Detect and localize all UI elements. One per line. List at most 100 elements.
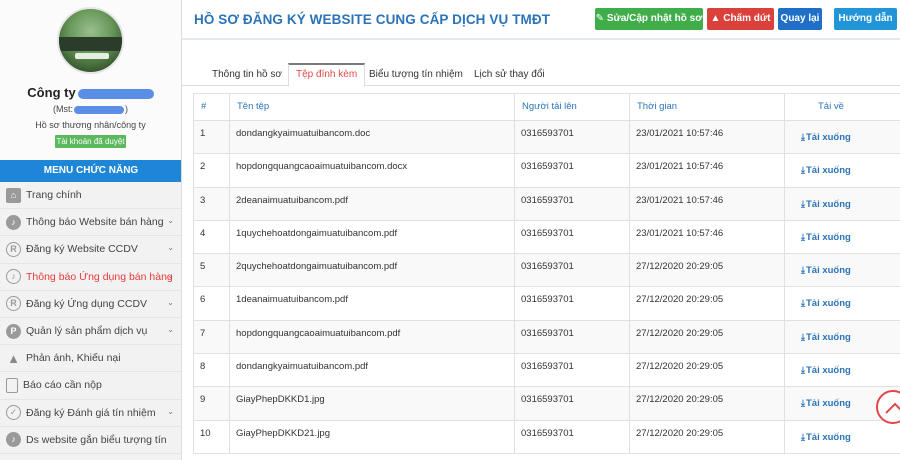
download-icon: ⤓ (801, 198, 805, 209)
upload-time: 23/01/2021 10:57:46 (629, 119, 785, 155)
sidebar-item-label: Đăng ký Website CCDV (26, 243, 138, 256)
uploader: 0316593701 (514, 386, 630, 421)
download-label: Tải xuống (805, 331, 851, 343)
download-icon: ⤓ (801, 365, 805, 376)
download-label: Tải xuống (805, 231, 851, 243)
upload-time: 23/01/2021 10:57:46 (629, 219, 785, 255)
uploader: 0316593701 (514, 253, 630, 288)
download-cell: ⤓Tải xuống (784, 353, 900, 388)
sidebar-item-label: Trang chính (26, 189, 82, 202)
warning-icon: ▲ (710, 13, 724, 24)
file-name: dondangkyaimuatuibancom.pdf (229, 353, 515, 388)
company-name: Công ty (0, 85, 181, 100)
download-link[interactable]: ⤓Tải xuống (801, 165, 851, 176)
download-link[interactable]: ⤓Tải xuống (801, 365, 851, 376)
parking-icon: P (6, 323, 21, 339)
download-label: Tải xuống (805, 365, 851, 377)
attachments-table-wrap: # Tên tệp Người tải lên Thời gian Tải về… (193, 93, 900, 454)
download-link[interactable]: ⤓Tải xuống (801, 199, 851, 210)
sidebar-item-label: Đăng ký Ứng dụng CCDV (26, 297, 148, 310)
table-row: 2 hopdongquangcaoaimuatuibancom.docx 03165… (193, 153, 900, 188)
row-index: 5 (193, 253, 230, 288)
redacted-tax-code (74, 105, 124, 114)
uploader: 0316593701 (514, 286, 630, 321)
sidebar-item-app-register[interactable]: R Đăng ký Ứng dụng CCDV ⌄ (0, 291, 181, 318)
table-row: 4 1quychehoatdongaimuatuibancom.pdf 031659… (193, 219, 900, 255)
download-cell: ⤓Tải xuống (784, 286, 900, 321)
sidebar-item-website-register[interactable]: R Đăng ký Website CCDV ⌄ (0, 236, 181, 264)
sidebar-item-app-notice[interactable]: ♪ Thông báo Ứng dụng bán hàng ⌄ (0, 264, 181, 291)
row-index: 3 (193, 186, 230, 221)
download-label: Tải xuống (805, 431, 851, 443)
table-row: 7 hopdongquangcaoaimuatuibancom.pdf 031659… (193, 319, 900, 355)
download-icon: ⤓ (801, 398, 805, 409)
download-icon: ⤓ (801, 265, 805, 276)
avatar[interactable] (57, 7, 124, 74)
download-icon: ⤓ (801, 331, 805, 342)
table-row: 6 1deanaimuatuibancom.pdf 0316593701 27/12/… (193, 286, 900, 321)
row-index: 2 (193, 153, 230, 188)
sidebar-item-website-notice[interactable]: ♪ Thông báo Website bán hàng ⌄ (0, 209, 181, 237)
tab-profile-info[interactable]: Thông tin hồ sơ (212, 64, 282, 86)
file-name: 2quychehoatdongaimuatuibancom.pdf (229, 253, 515, 288)
download-icon: ⤓ (801, 431, 805, 442)
file-name: 2deanaimuatuibancom.pdf (229, 186, 515, 221)
upload-time: 27/12/2020 20:29:05 (629, 253, 785, 288)
back-button[interactable]: Quay lại (778, 8, 822, 30)
sidebar-item-label: Thông báo Ứng dụng bán hàng (26, 270, 173, 283)
download-icon: ⤓ (801, 298, 805, 309)
row-index: 10 (193, 419, 230, 454)
download-cell: ⤓Tải xuống (784, 153, 900, 188)
table-header-row: # Tên tệp Người tải lên Thời gian Tải về (193, 93, 900, 121)
download-link[interactable]: ⤓Tải xuống (801, 132, 851, 143)
download-label: Tải xuống (805, 298, 851, 310)
uploader: 0316593701 (514, 219, 630, 255)
bell-icon: ♪ (6, 432, 21, 448)
download-link[interactable]: ⤓Tải xuống (801, 398, 851, 409)
chevron-down-icon: ⌄ (167, 216, 174, 226)
sidebar: Công ty (Mst:) Hồ sơ thương nhân/công ty… (0, 0, 182, 460)
tab-bar: Thông tin hồ sơ Tệp đính kèm Biểu tượng … (182, 60, 900, 87)
terminate-button[interactable]: ▲ Chấm dứt (707, 8, 774, 30)
edit-profile-label: Sửa/Cập nhật hồ sơ (606, 13, 703, 24)
file-name: GiayPhepDKKD21.jpg (229, 419, 515, 454)
page-title: HỒ SƠ ĐĂNG KÝ WEBSITE CUNG CẤP DỊCH VỤ T… (194, 12, 551, 27)
sidebar-menu: ⌂ Trang chính ♪ Thông báo Website bán hà… (0, 182, 181, 454)
sidebar-item-home[interactable]: ⌂ Trang chính (0, 182, 181, 210)
sidebar-item-label: Đăng ký Đánh giá tín nhiệm (26, 406, 156, 419)
bell-icon: ♪ (6, 269, 21, 285)
sidebar-item-complaints[interactable]: ▲ Phản ánh, Khiếu nại (0, 345, 181, 373)
sidebar-item-reports[interactable]: Báo cáo cần nộp (0, 372, 181, 400)
download-icon: ⤓ (801, 132, 805, 142)
table-row: 5 2quychehoatdongaimuatuibancom.pdf 031659… (193, 253, 900, 288)
tab-attachments[interactable]: Tệp đính kèm (288, 63, 366, 87)
sidebar-item-trust-list[interactable]: ♪ Ds website gắn biểu tượng tín (0, 427, 181, 454)
download-cell: ⤓Tải xuống (784, 419, 900, 454)
document-icon (6, 377, 18, 393)
tax-code-prefix: (Mst: (53, 104, 73, 114)
chevron-down-icon: ⌄ (167, 297, 174, 307)
tax-code-suffix: ) (125, 104, 128, 114)
tax-code: (Mst:) (0, 104, 181, 114)
download-label: Tải xuống (805, 198, 851, 210)
download-link[interactable]: ⤓Tải xuống (801, 265, 851, 276)
download-link[interactable]: ⤓Tải xuống (801, 298, 851, 309)
help-button[interactable]: Hướng dẫn (834, 8, 897, 30)
download-link[interactable]: ⤓Tải xuống (801, 332, 851, 343)
attachments-table: # Tên tệp Người tải lên Thời gian Tải về… (193, 93, 900, 454)
sidebar-item-products[interactable]: P Quản lý sản phẩm dịch vụ ⌄ (0, 318, 181, 346)
tab-change-history[interactable]: Lịch sử thay đổi (474, 64, 545, 86)
profile-panel: Công ty (Mst:) Hồ sơ thương nhân/công ty… (0, 0, 181, 160)
download-cell: ⤓Tải xuống (784, 319, 900, 355)
sidebar-item-label: Quản lý sản phẩm dịch vụ (26, 325, 148, 338)
tab-trust-badge[interactable]: Biểu tượng tín nhiệm (369, 64, 463, 86)
chevron-up-icon (885, 402, 900, 414)
download-cell: ⤓Tải xuống (784, 219, 900, 255)
sidebar-item-rating[interactable]: ✓ Đăng ký Đánh giá tín nhiệm ⌄ (0, 400, 181, 427)
download-link[interactable]: ⤓Tải xuống (801, 232, 851, 243)
registered-icon: R (6, 241, 21, 257)
avatar-logo (75, 53, 109, 59)
file-name: hopdongquangcaoaimuatuibancom.docx (229, 153, 515, 188)
edit-profile-button[interactable]: ✎ Sửa/Cập nhật hồ sơ (595, 8, 703, 30)
download-link[interactable]: ⤓Tải xuống (801, 432, 851, 443)
